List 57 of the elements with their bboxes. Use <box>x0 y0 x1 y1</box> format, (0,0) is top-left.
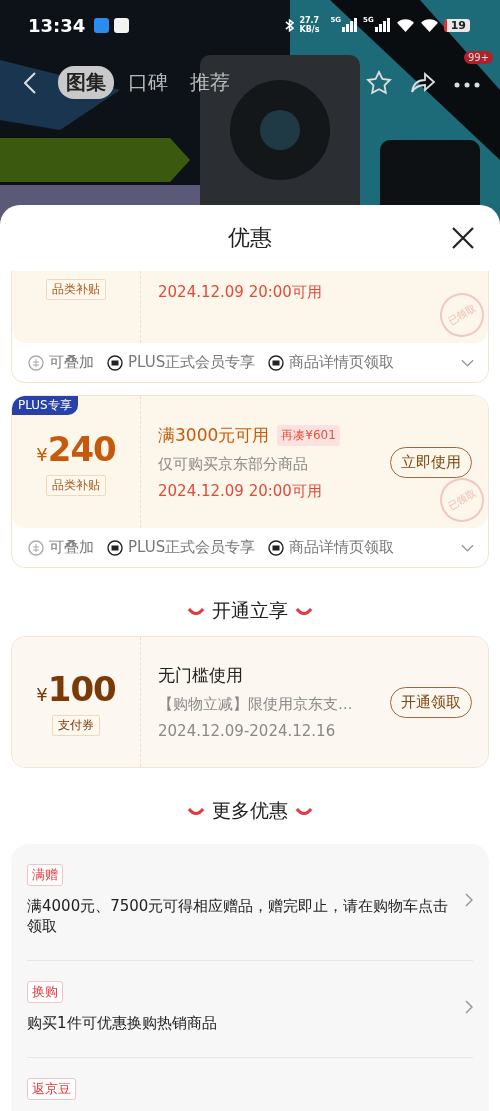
smile-icon <box>188 607 204 615</box>
smile-icon <box>296 607 312 615</box>
currency-symbol: ¥ <box>36 443 48 465</box>
coupon-amount: 240 <box>47 428 116 469</box>
section-heading: 更多优惠 <box>212 798 288 823</box>
badge-icon <box>268 354 285 371</box>
coupon-time: 2024.12.09 20:00可用 <box>158 481 323 501</box>
expand-icon[interactable] <box>461 358 474 367</box>
signal-icon <box>374 18 391 32</box>
coupon-feature: PLUS正式会员专享 <box>128 538 256 557</box>
network-speed: 27.7 KB/s <box>299 16 321 34</box>
coupon-scope: 仅可购买京东部分商品 <box>158 454 309 474</box>
coupon-type-tag: 品类补贴 <box>46 474 106 496</box>
back-icon[interactable] <box>24 71 36 94</box>
coupon-condition: 满3000元可用 <box>158 423 270 447</box>
promotion-text: 购买1件可优惠换购热销商品 <box>27 1013 217 1033</box>
status-time: 13:34 <box>28 14 86 36</box>
nav-tab[interactable]: 口碑 <box>120 66 176 99</box>
plus-badge: PLUS专享 <box>12 396 78 415</box>
stack-icon <box>28 539 44 556</box>
chevron-right-icon[interactable] <box>465 1000 473 1014</box>
share-icon[interactable] <box>410 71 436 94</box>
signal-icon <box>342 18 359 32</box>
chevron-right-icon[interactable] <box>465 893 473 907</box>
coupon-time: 2024.12.09 20:00可用 <box>158 283 323 302</box>
coupon-feature: 商品详情页领取 <box>289 538 395 557</box>
nav-tab[interactable]: 推荐 <box>182 66 238 99</box>
coupon-type-tag: 支付券 <box>52 714 100 736</box>
star-icon[interactable] <box>366 69 392 96</box>
sheet-title: 优惠 <box>228 224 272 252</box>
more-icon[interactable] <box>454 82 480 88</box>
wifi-icon <box>419 17 439 33</box>
coupon-feature: 可叠加 <box>49 538 94 557</box>
expand-icon[interactable] <box>461 543 474 552</box>
stack-icon <box>28 354 44 371</box>
promotion-tag: 换购 <box>27 981 63 1003</box>
bluetooth-icon <box>285 17 295 33</box>
close-icon[interactable] <box>452 227 474 249</box>
promotion-tag: 满赠 <box>27 864 63 886</box>
section-heading: 开通立享 <box>212 598 288 623</box>
currency-symbol: ¥ <box>36 683 48 705</box>
smile-icon <box>296 807 312 815</box>
coupon-feature: 可叠加 <box>49 353 94 372</box>
gap-tag: 再凑¥601 <box>277 424 340 446</box>
coupon-feature: PLUS正式会员专享 <box>128 353 256 372</box>
coupon-time: 2024.12.09-2024.12.16 <box>158 722 337 740</box>
coupon-type-tag: 品类补贴 <box>46 279 106 300</box>
coupon-scope: 【购物立减】限使用京东支… <box>158 695 354 714</box>
promotion-text: 满4000元、7500元可得相应赠品，赠完即止，请在购物车点击领取 <box>27 896 449 936</box>
coupon-condition: 无门槛使用 <box>158 664 244 687</box>
badge-icon <box>268 539 285 556</box>
promotion-tag: 返京豆 <box>27 1078 76 1100</box>
wifi-icon <box>395 17 415 33</box>
coupon-amount: 100 <box>47 668 116 709</box>
nav-tab[interactable]: 图集 <box>58 66 114 99</box>
smile-icon <box>188 807 204 815</box>
coupon-feature: 商品详情页领取 <box>289 353 395 372</box>
